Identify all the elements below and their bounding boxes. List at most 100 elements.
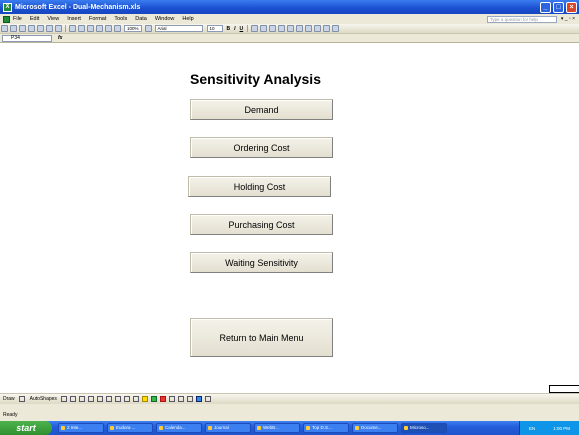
italic-button[interactable]: I	[234, 26, 235, 32]
help-search-input[interactable]: Type a question for help	[486, 15, 557, 23]
wordart-icon[interactable]	[106, 396, 113, 402]
undo-icon[interactable]	[78, 25, 85, 32]
menu-help[interactable]: Help	[182, 16, 193, 22]
return-to-main-menu-button[interactable]: Return to Main Menu	[190, 318, 333, 357]
minimize-button[interactable]: _	[540, 1, 551, 13]
line-color-icon[interactable]	[151, 396, 158, 402]
arrow-style-icon[interactable]	[187, 396, 194, 402]
chart-wizard-icon[interactable]	[114, 25, 121, 32]
clock[interactable]: 1:00 PM	[553, 426, 570, 431]
taskbar-item[interactable]: Top D.S...	[303, 423, 349, 433]
toolbar-separator	[65, 25, 66, 32]
ordering-cost-button[interactable]: Ordering Cost	[190, 137, 333, 158]
menu-edit[interactable]: Edit	[30, 16, 39, 22]
taskbar-item-active[interactable]: Microso...	[401, 423, 447, 433]
help-icon[interactable]	[144, 25, 152, 32]
drawing-shape[interactable]	[549, 385, 579, 393]
toolbar-separator	[247, 25, 249, 32]
start-button[interactable]: start	[0, 421, 52, 435]
menu-data[interactable]: Data	[135, 16, 147, 22]
font-select[interactable]: Arial	[154, 25, 203, 32]
align-right-icon[interactable]	[269, 25, 277, 32]
clipart-icon[interactable]	[124, 396, 131, 402]
status-text: Ready	[3, 412, 18, 418]
align-center-icon[interactable]	[260, 25, 268, 32]
worksheet[interactable]: Sensitivity Analysis Demand Ordering Cos…	[0, 43, 579, 393]
taskbar-item[interactable]: WebB...	[254, 423, 300, 433]
underline-button[interactable]: U	[240, 26, 244, 32]
autoshapes-menu[interactable]: AutoShapes	[30, 396, 57, 402]
select-objects-icon[interactable]	[19, 396, 26, 402]
taskbar-item[interactable]: 2 Inte...	[58, 423, 104, 433]
font-size-select[interactable]: 10	[206, 25, 223, 32]
menu-format[interactable]: Format	[89, 16, 106, 22]
drawing-toolbar: Draw AutoShapes	[0, 393, 579, 404]
standard-toolbar: 100% Arial 10 B I U	[0, 24, 579, 34]
textbox-icon[interactable]	[97, 396, 104, 402]
print-preview-icon[interactable]	[46, 25, 53, 32]
fill-color-icon[interactable]	[323, 25, 331, 32]
name-box[interactable]: P34	[2, 34, 52, 42]
system-tray: EN 1:00 PM	[519, 421, 579, 435]
font-color-icon[interactable]	[332, 25, 340, 32]
language-indicator[interactable]: EN	[529, 426, 535, 431]
spelling-icon[interactable]	[55, 25, 62, 32]
maximize-button[interactable]: □	[553, 1, 564, 13]
sort-icon[interactable]	[105, 25, 112, 32]
bold-button[interactable]: B	[227, 26, 231, 32]
fx-icon[interactable]: fx	[58, 35, 62, 41]
picture-icon[interactable]	[133, 396, 140, 402]
shadow-style-icon[interactable]	[196, 396, 203, 402]
menu-bar: File Edit View Insert Format Tools Data …	[0, 14, 579, 24]
merge-center-icon[interactable]	[278, 25, 286, 32]
menu-file[interactable]: File	[13, 16, 22, 22]
draw-menu[interactable]: Draw	[3, 396, 15, 402]
autosum-icon[interactable]	[96, 25, 103, 32]
holding-cost-button[interactable]: Holding Cost	[188, 176, 331, 197]
close-button[interactable]: ×	[566, 1, 577, 13]
menu-insert[interactable]: Insert	[67, 16, 81, 22]
3d-style-icon[interactable]	[205, 396, 212, 402]
purchasing-cost-button[interactable]: Purchasing Cost	[190, 214, 333, 235]
open-icon[interactable]	[10, 25, 17, 32]
workbook-window-controls[interactable]: ▾ _ ▫ ×	[561, 16, 575, 22]
title-bar: X Microsoft Excel - Dual-Mechanism.xls _…	[0, 0, 579, 14]
taskbar-item[interactable]: Docume...	[352, 423, 398, 433]
page-title: Sensitivity Analysis	[190, 71, 321, 87]
diagram-icon[interactable]	[115, 396, 122, 402]
arrow-icon[interactable]	[70, 396, 77, 402]
dash-style-icon[interactable]	[178, 396, 185, 402]
line-style-icon[interactable]	[169, 396, 176, 402]
print-icon[interactable]	[37, 25, 44, 32]
menu-tools[interactable]: Tools	[114, 16, 127, 22]
permission-icon[interactable]	[28, 25, 35, 32]
font-color-icon[interactable]	[160, 396, 167, 402]
align-left-icon[interactable]	[251, 25, 259, 32]
menu-view[interactable]: View	[47, 16, 59, 22]
zoom-select[interactable]: 100%	[124, 25, 142, 32]
window-title: Microsoft Excel - Dual-Mechanism.xls	[15, 3, 141, 11]
taskbar-item[interactable]: Eudora ...	[107, 423, 153, 433]
paste-icon[interactable]	[69, 25, 76, 32]
formula-bar: P34 fx	[0, 34, 579, 43]
windows-taskbar: start 2 Inte... Eudora ... Calenda... Jo…	[0, 421, 579, 435]
borders-icon[interactable]	[314, 25, 322, 32]
indent-icon[interactable]	[305, 25, 313, 32]
waiting-sensitivity-button[interactable]: Waiting Sensitivity	[190, 252, 333, 273]
taskbar-item[interactable]: Journal	[205, 423, 251, 433]
status-bar: Ready	[0, 404, 579, 421]
currency-icon[interactable]	[287, 25, 295, 32]
workbook-icon[interactable]	[3, 15, 10, 23]
fill-color-icon[interactable]	[142, 396, 149, 402]
excel-app-icon: X	[3, 2, 12, 12]
hyperlink-icon[interactable]	[87, 25, 94, 32]
oval-icon[interactable]	[88, 396, 95, 402]
demand-button[interactable]: Demand	[190, 99, 333, 120]
percent-icon[interactable]	[296, 25, 304, 32]
rectangle-icon[interactable]	[79, 396, 86, 402]
new-icon[interactable]	[1, 25, 8, 32]
taskbar-item[interactable]: Calenda...	[156, 423, 202, 433]
save-icon[interactable]	[19, 25, 26, 32]
line-icon[interactable]	[61, 396, 68, 402]
menu-window[interactable]: Window	[155, 16, 175, 22]
